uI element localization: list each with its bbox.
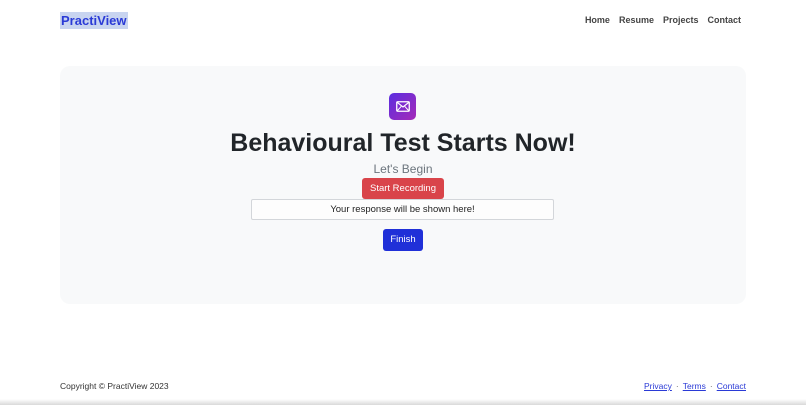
copyright-text: Copyright © PractiView 2023 — [60, 381, 169, 391]
footer-link-contact[interactable]: Contact — [717, 380, 746, 392]
page-title: Behavioural Test Starts Now! — [230, 129, 576, 157]
nav-contact[interactable]: Contact — [708, 14, 742, 26]
subtitle: Let's Begin — [373, 162, 433, 176]
finish-button[interactable]: Finish — [383, 229, 423, 251]
nav-resume[interactable]: Resume — [619, 14, 654, 26]
window-bottom-edge — [0, 399, 806, 405]
envelope-icon — [389, 93, 416, 120]
test-card: Behavioural Test Starts Now! Let's Begin… — [60, 66, 746, 304]
response-output: Your response will be shown here! — [251, 199, 554, 220]
footer-link-terms[interactable]: Terms — [683, 380, 706, 392]
start-recording-button[interactable]: Start Recording — [362, 178, 444, 199]
navbar: PractiView Home Resume Projects Contact — [0, 0, 806, 40]
footer: Copyright © PractiView 2023 Privacy · Te… — [0, 376, 806, 396]
nav-projects[interactable]: Projects — [663, 14, 699, 26]
nav-home[interactable]: Home — [585, 14, 610, 26]
footer-links: Privacy · Terms · Contact — [644, 380, 746, 392]
footer-separator: · — [709, 381, 713, 391]
nav-links: Home Resume Projects Contact — [585, 14, 741, 26]
footer-separator: · — [675, 381, 679, 391]
footer-link-privacy[interactable]: Privacy — [644, 380, 672, 392]
brand-logo[interactable]: PractiView — [60, 12, 128, 29]
